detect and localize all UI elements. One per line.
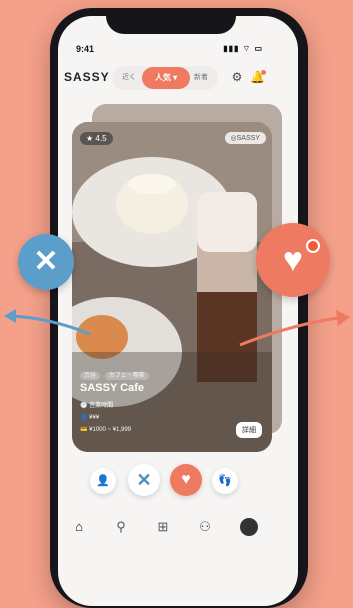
home-icon[interactable]: ⌂ bbox=[70, 518, 88, 536]
feed-segmented-control: 近く 人気 ▾ 新着 bbox=[112, 66, 218, 90]
tab-bar: ⌂ ⚲ ⊞ ⚇ bbox=[62, 512, 272, 542]
wifi-icon: ⌔ bbox=[242, 44, 252, 53]
close-icon: ✕ bbox=[18, 234, 74, 290]
heart-dot bbox=[306, 239, 320, 253]
tag-area: 渋谷 bbox=[80, 372, 101, 380]
nope-button[interactable]: ✕ bbox=[128, 464, 160, 496]
swipe-actions: 👤 ✕ ♥ 👣 bbox=[90, 464, 250, 504]
hours-row: 🕐 営業時間 bbox=[80, 403, 114, 409]
like-button[interactable]: ♥ bbox=[170, 464, 202, 496]
segment-new[interactable]: 新着 bbox=[194, 72, 208, 82]
heart-glyph: ♥ bbox=[282, 241, 304, 279]
price-range: ¥1000 ~ ¥1,999 bbox=[89, 427, 132, 433]
signal-icon: ▮▮▮ bbox=[223, 44, 240, 53]
segment-popular-label: 人気 bbox=[154, 73, 171, 82]
status-bar: 9:41 ▮▮▮ ⌔ ▭ bbox=[76, 44, 263, 58]
post-icon[interactable]: ⊞ bbox=[154, 518, 172, 536]
bell-icon[interactable]: 🔔 bbox=[250, 70, 266, 84]
card-tags: 渋谷 カフェ・喫茶 bbox=[80, 370, 250, 380]
price-level: ¥¥¥ bbox=[89, 415, 100, 421]
hours-label: 営業時間 bbox=[89, 403, 114, 409]
footprint-button[interactable]: 👣 bbox=[212, 468, 238, 494]
status-icons: ▮▮▮ ⌔ ▭ bbox=[223, 44, 263, 54]
battery-icon: ▭ bbox=[254, 44, 263, 53]
status-time: 9:41 bbox=[76, 44, 95, 54]
right-arrow-head bbox=[336, 310, 350, 326]
detail-button[interactable]: 詳細 bbox=[236, 422, 262, 438]
heart-icon: ♥ bbox=[256, 223, 330, 297]
notification-dot bbox=[261, 70, 266, 75]
segment-popular[interactable]: 人気 ▾ bbox=[142, 67, 190, 89]
price-level-row: 👤 ¥¥¥ bbox=[80, 415, 100, 421]
tag-genre: カフェ・喫茶 bbox=[104, 372, 149, 380]
left-arrow-head bbox=[4, 309, 16, 323]
rating-value: 4.5 bbox=[95, 134, 107, 143]
segment-near[interactable]: 近く bbox=[122, 72, 136, 82]
brand-badge-label: SASSY bbox=[236, 135, 260, 142]
rating-badge: ★ 4.5 bbox=[80, 132, 113, 145]
card-info: 渋谷 カフェ・喫茶 SASSY Cafe 🕐 営業時間 👤 ¥¥¥ 💳 ¥100… bbox=[80, 370, 250, 438]
people-icon[interactable]: ⚇ bbox=[196, 518, 214, 536]
gear-icon[interactable]: ⚙ bbox=[230, 70, 244, 84]
price-range-row: 💳 ¥1000 ~ ¥1,999 bbox=[80, 427, 132, 433]
app-logo: SASSY bbox=[64, 70, 110, 84]
search-icon[interactable]: ⚲ bbox=[112, 518, 130, 536]
phone-notch bbox=[106, 8, 236, 34]
restaurant-card[interactable]: ★ 4.5 ◎SASSY 渋谷 カフェ・喫茶 SASSY Cafe 🕐 営業時間… bbox=[72, 122, 272, 452]
avatar[interactable] bbox=[240, 518, 258, 536]
top-bar: SASSY 近く 人気 ▾ 新着 ⚙ 🔔 bbox=[64, 66, 274, 92]
brand-badge: ◎SASSY bbox=[224, 132, 266, 144]
restaurant-name: SASSY Cafe bbox=[80, 382, 144, 394]
profile-button[interactable]: 👤 bbox=[90, 468, 116, 494]
